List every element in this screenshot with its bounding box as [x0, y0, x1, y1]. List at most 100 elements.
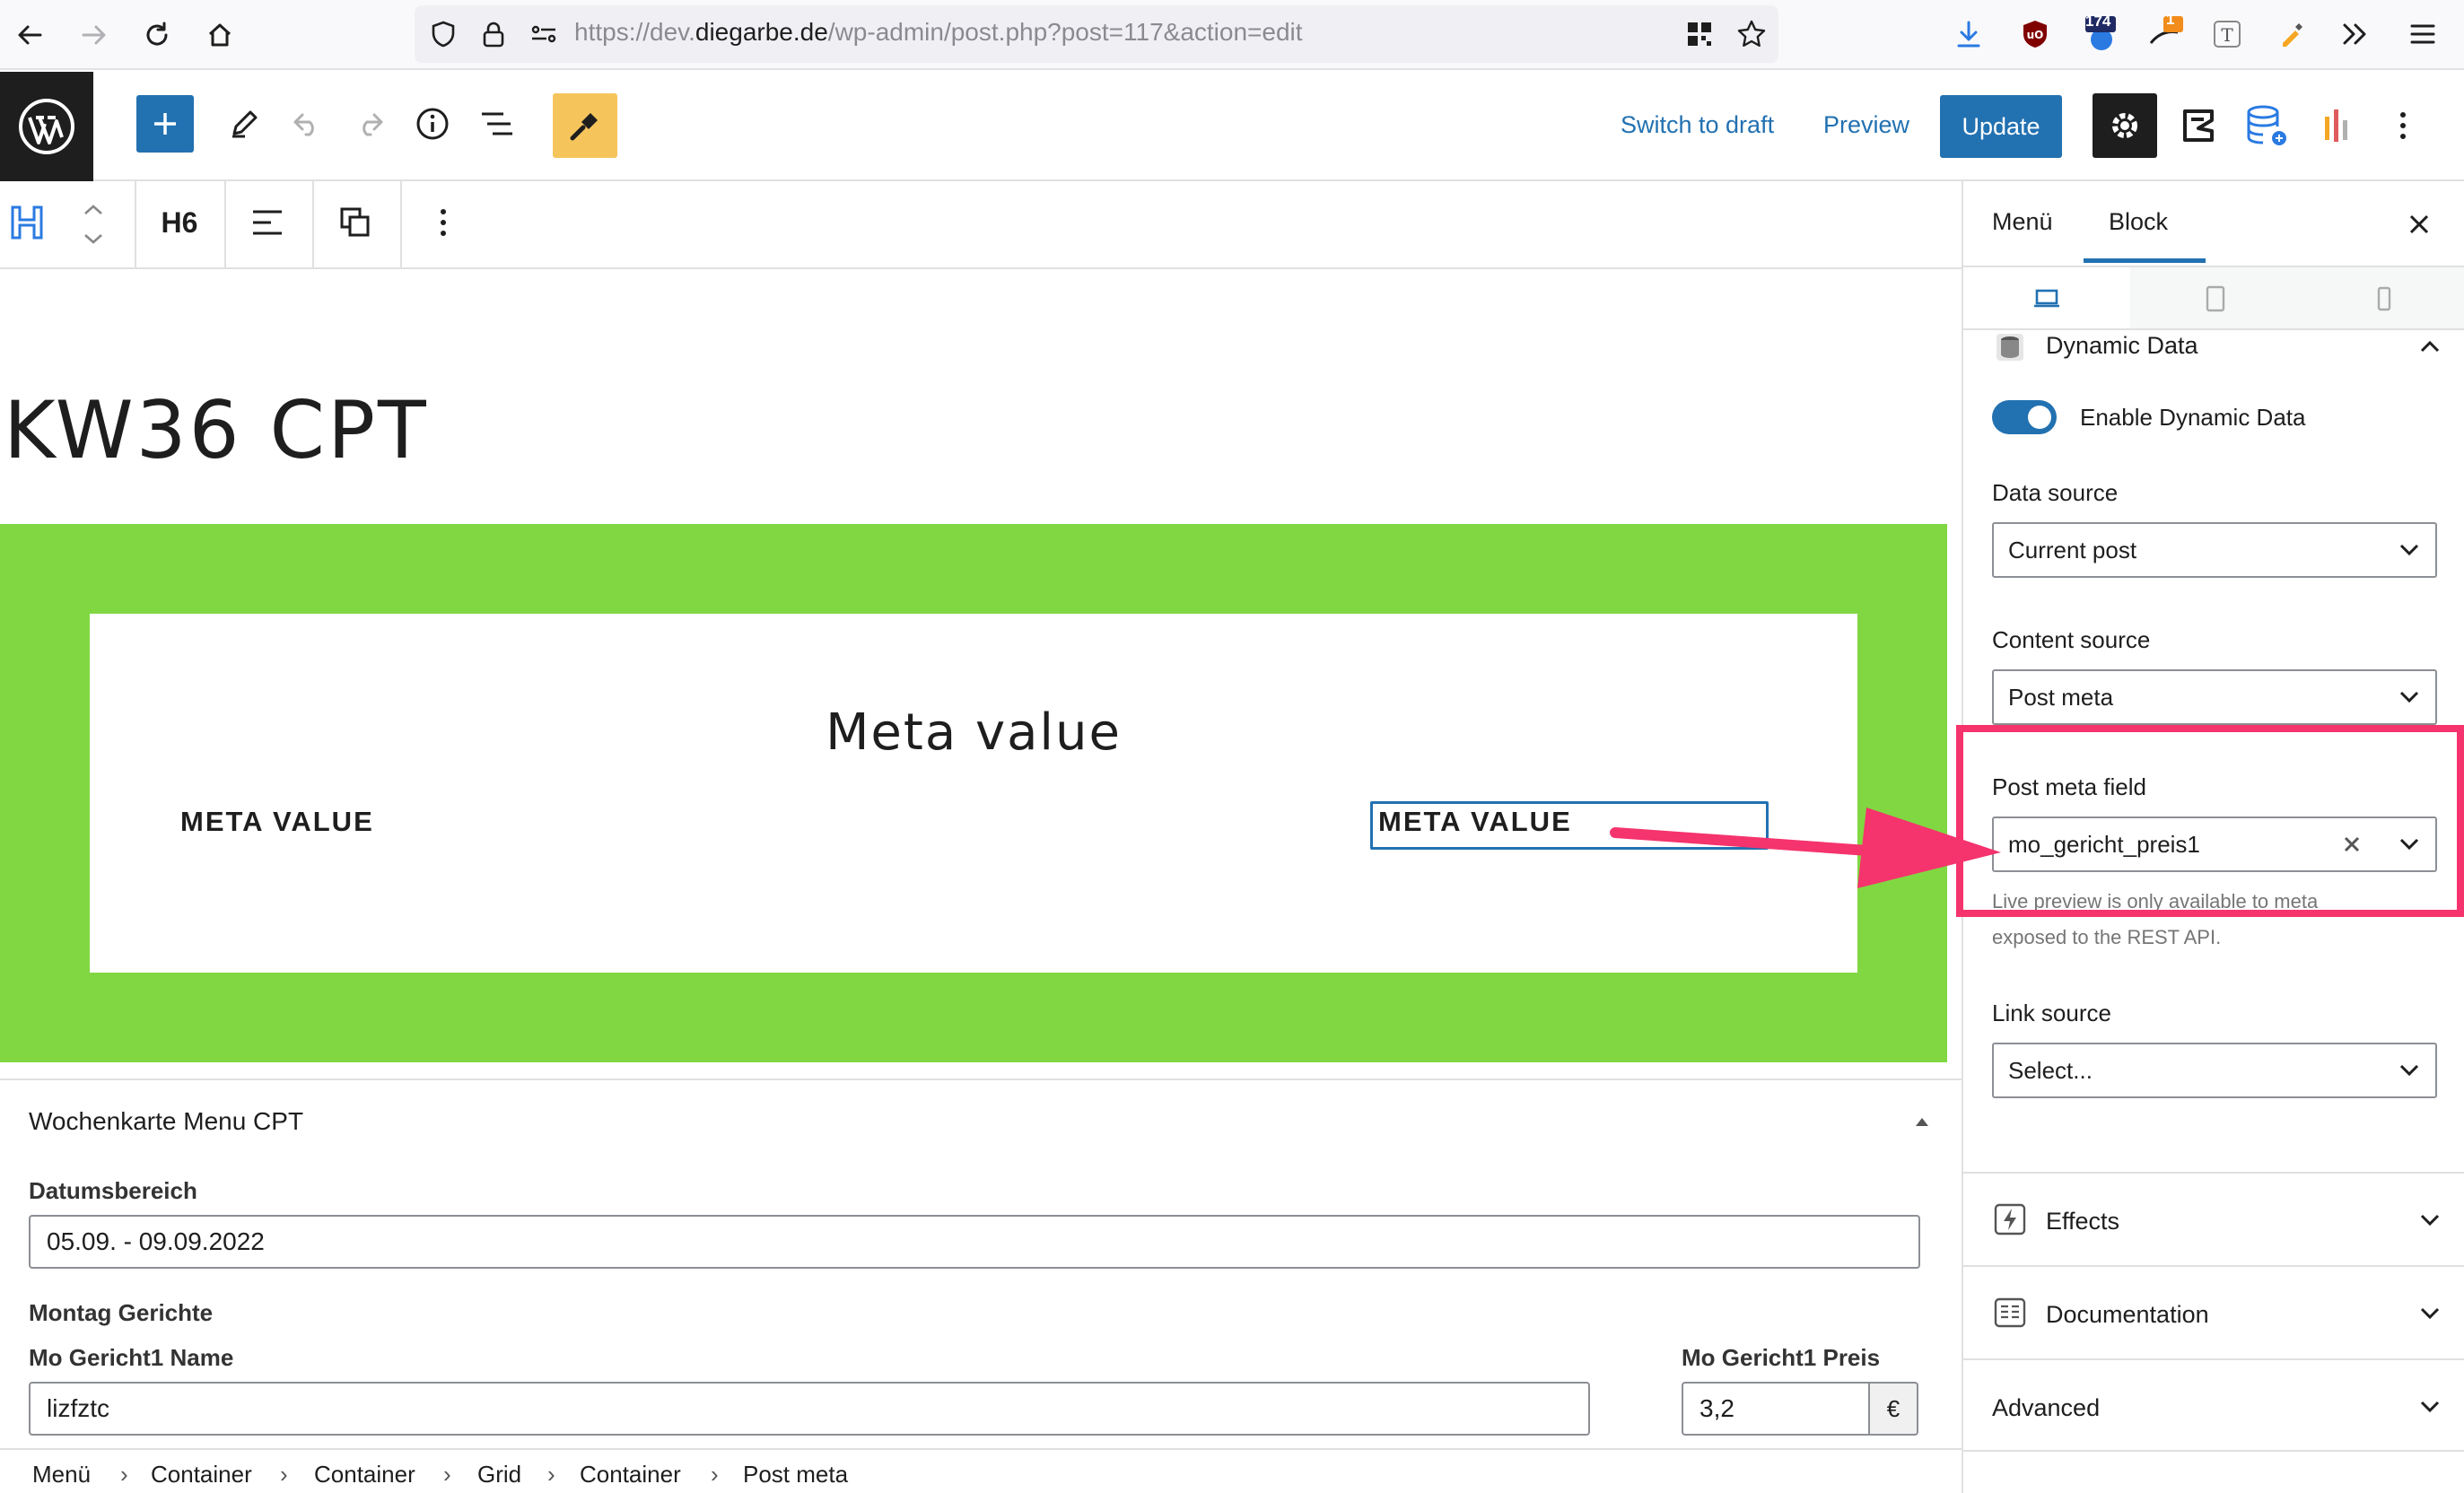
- meta-value-right[interactable]: META VALUE: [1378, 806, 1572, 838]
- add-block-button[interactable]: [136, 95, 194, 153]
- more-tools-chevrons-icon[interactable]: [2337, 16, 2372, 52]
- data-source-select[interactable]: Current post: [1992, 522, 2437, 578]
- advanced-title[interactable]: Advanced: [1992, 1394, 2100, 1422]
- options-vertical-dots-icon[interactable]: [2380, 100, 2426, 151]
- effects-lightning-icon: [1992, 1201, 2028, 1238]
- chevron-down-icon[interactable]: [2392, 680, 2426, 714]
- reload-icon[interactable]: [138, 16, 176, 54]
- toolbar-separator: [400, 181, 402, 267]
- wordpress-logo[interactable]: [0, 72, 93, 181]
- color-picker-extension-icon[interactable]: [2274, 16, 2310, 52]
- chevron-up-icon[interactable]: [2412, 330, 2448, 362]
- generateblocks-logo-icon[interactable]: [2173, 100, 2224, 151]
- advanced-panel[interactable]: Advanced: [1963, 1358, 2464, 1452]
- text-align-icon[interactable]: [242, 197, 293, 248]
- chevron-down-icon[interactable]: [2412, 1391, 2448, 1423]
- switch-to-draft-button[interactable]: Switch to draft: [1621, 111, 1774, 139]
- highlight-annotation-frame: [1956, 725, 2464, 917]
- permissions-icon[interactable]: [526, 16, 562, 52]
- enable-dynamic-data-label[interactable]: Enable Dynamic Data: [2080, 404, 2305, 432]
- lock-icon[interactable]: [476, 16, 511, 52]
- breadcrumb-item[interactable]: Container: [580, 1461, 681, 1489]
- currency-addon: €: [1868, 1382, 1918, 1436]
- dynamic-data-title[interactable]: Dynamic Data: [2046, 332, 2198, 360]
- page-title[interactable]: KW36 CPT: [4, 384, 429, 476]
- mo-price-label: Mo Gericht1 Preis: [1682, 1344, 1881, 1371]
- extension-badge-count: 174: [2085, 13, 2111, 30]
- chevron-down-icon[interactable]: [2392, 533, 2426, 567]
- monday-group-label: Montag Gerichte: [29, 1299, 214, 1326]
- block-toolbar: [0, 181, 1962, 269]
- forward-arrow-icon[interactable]: [75, 16, 113, 54]
- inner-container-block[interactable]: Meta value META VALUE META VALUE: [90, 614, 1857, 973]
- back-arrow-icon[interactable]: [11, 16, 48, 54]
- settings-sidebar: Menü Block Dynamic Data Enable Dynamic D…: [1956, 181, 2464, 1493]
- typography-extension-icon[interactable]: T: [2209, 16, 2245, 52]
- style-brush-button[interactable]: [553, 93, 617, 158]
- enable-dynamic-data-toggle[interactable]: [1992, 400, 2057, 434]
- breadcrumb-item[interactable]: Menü: [32, 1461, 91, 1489]
- close-icon[interactable]: [2398, 203, 2441, 246]
- tablet-icon[interactable]: [2193, 280, 2238, 318]
- date-range-input[interactable]: 05.09. - 09.09.2022: [29, 1215, 1920, 1269]
- database-icon[interactable]: [2240, 100, 2294, 151]
- list-view-icon[interactable]: [474, 100, 520, 147]
- documentation-title[interactable]: Documentation: [2046, 1301, 2209, 1329]
- heading-level-button[interactable]: H6: [136, 197, 223, 248]
- download-icon[interactable]: [1951, 16, 1987, 52]
- ublock-icon[interactable]: uO: [2017, 16, 2053, 52]
- mobile-icon[interactable]: [2362, 280, 2407, 318]
- shield-icon[interactable]: [425, 16, 461, 52]
- documentation-icon: [1992, 1294, 2028, 1331]
- redo-icon[interactable]: [346, 100, 393, 147]
- analytics-bars-icon[interactable]: [2313, 100, 2360, 151]
- home-icon[interactable]: [201, 16, 239, 54]
- move-up-chevron-icon[interactable]: [75, 194, 111, 226]
- effects-title[interactable]: Effects: [2046, 1208, 2119, 1235]
- content-source-select[interactable]: Post meta: [1992, 669, 2437, 725]
- breadcrumb-separator-icon: ›: [547, 1461, 555, 1488]
- settings-gear-button[interactable]: [2093, 93, 2157, 158]
- edit-tools-pencil-icon[interactable]: [221, 100, 267, 147]
- chevron-down-icon[interactable]: [2392, 1053, 2426, 1087]
- content-source-label: Content source: [1992, 626, 2151, 653]
- preview-button[interactable]: Preview: [1823, 111, 1909, 139]
- desktop-icon[interactable]: [2024, 280, 2069, 318]
- breadcrumb-item[interactable]: Post meta: [743, 1461, 848, 1489]
- mo-name-label: Mo Gericht1 Name: [29, 1344, 234, 1371]
- breadcrumb-item[interactable]: Container: [314, 1461, 415, 1489]
- breadcrumb-separator-icon: ›: [711, 1461, 719, 1488]
- move-down-chevron-icon[interactable]: [75, 223, 111, 255]
- meta-value-heading[interactable]: Meta value: [90, 703, 1857, 762]
- headline-block-type-icon[interactable]: [4, 197, 50, 248]
- meta-value-left[interactable]: META VALUE: [180, 806, 374, 838]
- breadcrumb-item[interactable]: Container: [151, 1461, 252, 1489]
- extension-update-count: 1: [2166, 11, 2175, 28]
- bookmark-star-icon[interactable]: [1732, 14, 1771, 54]
- link-source-select[interactable]: Select...: [1992, 1043, 2437, 1098]
- url-text[interactable]: https://dev.diegarbe.de/wp-admin/post.ph…: [574, 18, 1303, 47]
- chevron-down-icon[interactable]: [2412, 1204, 2448, 1236]
- link-source-label: Link source: [1992, 1000, 2111, 1026]
- block-breadcrumb: Menü › Container › Container › Grid › Co…: [0, 1448, 1962, 1493]
- mo-name-input[interactable]: lizfztc: [29, 1382, 1590, 1436]
- breadcrumb-item[interactable]: Grid: [477, 1461, 521, 1489]
- qr-code-icon[interactable]: [1682, 16, 1717, 52]
- collapse-triangle-icon[interactable]: [1904, 1107, 1940, 1136]
- documentation-panel[interactable]: Documentation: [1963, 1265, 2464, 1358]
- metabox-title[interactable]: Wochenkarte Menu CPT: [29, 1107, 303, 1136]
- duplicate-copy-icon[interactable]: [330, 197, 380, 248]
- data-source-label: Data source: [1992, 479, 2119, 506]
- effects-panel[interactable]: Effects: [1963, 1172, 2464, 1265]
- divider: [1963, 328, 2464, 330]
- tab-menu[interactable]: Menü: [1992, 208, 2053, 236]
- chevron-down-icon[interactable]: [2412, 1297, 2448, 1330]
- hamburger-menu-icon[interactable]: [2405, 16, 2441, 52]
- details-info-icon[interactable]: [409, 100, 456, 147]
- block-options-dots-icon[interactable]: [418, 197, 468, 248]
- update-button[interactable]: Update: [1940, 95, 2062, 158]
- mo-price-input[interactable]: 3,2: [1682, 1382, 1870, 1436]
- undo-icon[interactable]: [284, 100, 330, 147]
- tab-block[interactable]: Block: [2109, 208, 2168, 236]
- data-source-value: Current post: [2008, 536, 2137, 563]
